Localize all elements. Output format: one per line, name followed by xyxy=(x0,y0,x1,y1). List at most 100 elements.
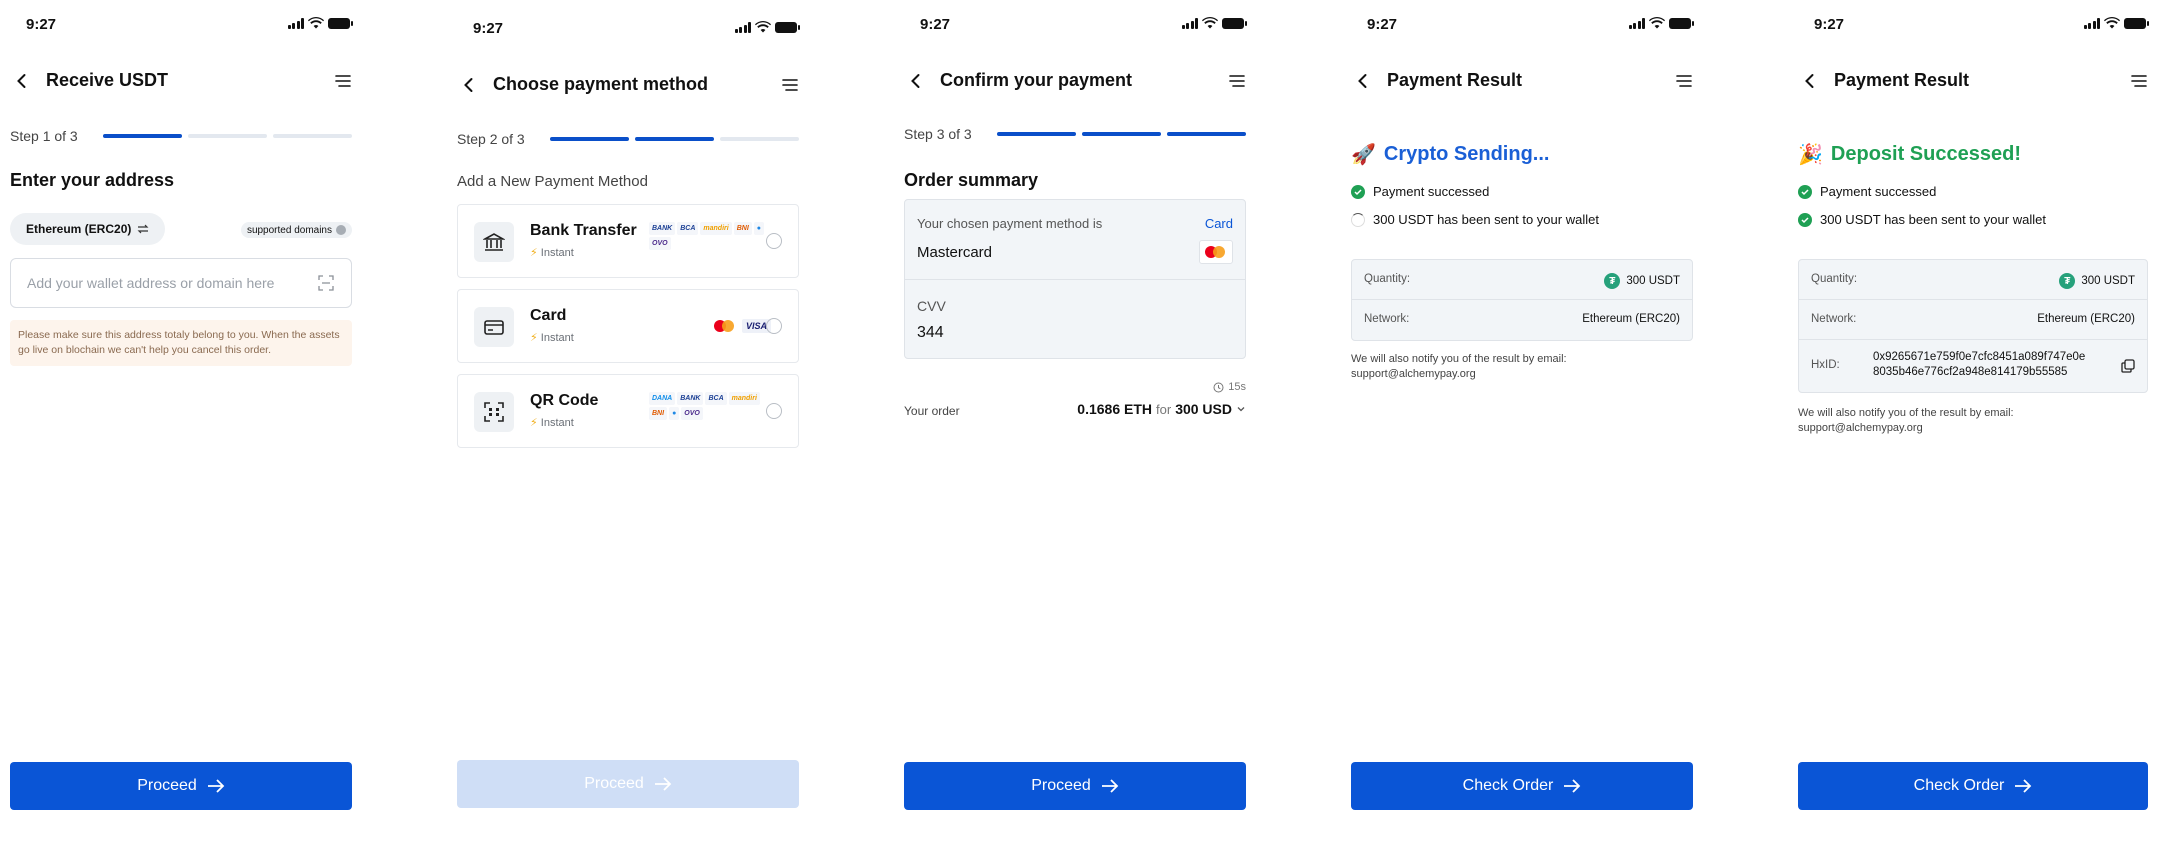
status-bar: 9:27 xyxy=(16,14,353,34)
card-name: Mastercard xyxy=(917,244,993,261)
change-method-link[interactable]: Card xyxy=(1205,216,1233,231)
wallet-logo: ● xyxy=(753,222,764,235)
arrow-right-icon xyxy=(1101,779,1119,793)
radio-card[interactable] xyxy=(766,318,782,334)
network-label: Network: xyxy=(1364,313,1410,325)
order-amount[interactable]: 0.1686 ETH for 300 USD xyxy=(1077,401,1246,417)
bca-logo: BCA xyxy=(677,222,699,235)
method-name: Card xyxy=(530,307,567,324)
transfer-status-text: 300 USDT has been sent to your wallet xyxy=(1373,212,1599,227)
battery-icon xyxy=(2124,17,2149,29)
result-text: Crypto Sending... xyxy=(1383,143,1550,165)
payment-method-bank-transfer[interactable]: Bank Transfer ⚡ Instant BANK BCA mandiri… xyxy=(457,204,799,278)
check-circle-icon xyxy=(1798,212,1812,227)
quote-timer: 15s xyxy=(1213,381,1246,393)
proceed-button-disabled[interactable]: Proceed xyxy=(457,760,799,808)
tether-icon: ₮ xyxy=(1604,273,1621,289)
back-arrow-icon[interactable] xyxy=(906,71,926,91)
menu-icon[interactable] xyxy=(1675,72,1693,90)
status-time: 9:27 xyxy=(920,16,951,33)
cvv-value[interactable]: 344 xyxy=(917,324,944,342)
check-order-button[interactable]: Check Order xyxy=(1798,762,2148,810)
email-notice: We will also notify you of the result by… xyxy=(1798,406,2014,436)
proceed-button[interactable]: Proceed xyxy=(10,762,352,810)
menu-icon[interactable] xyxy=(781,76,799,94)
lightning-icon: ⚡ xyxy=(530,247,538,259)
proceed-button[interactable]: Proceed xyxy=(904,762,1246,810)
status-bar: 9:27 xyxy=(463,18,800,38)
network-selector[interactable]: Ethereum (ERC20) xyxy=(10,213,166,245)
payment-method-qr-code[interactable]: QR Code ⚡ Instant DANA BANK BCA mandiri … xyxy=(457,374,799,448)
supported-domains-badge[interactable]: supported domains xyxy=(240,222,352,238)
bni-logo: BNI xyxy=(649,407,668,420)
header: Payment Result xyxy=(1351,66,1693,96)
back-arrow-icon[interactable] xyxy=(12,71,32,91)
screen-confirm-payment: 9:27 Confirm your payment Step 3 of 3 Or… xyxy=(894,0,1256,859)
txid-row: HxID: 0x9265671e759f0e7cfc8451a089f747e0… xyxy=(1799,340,2147,392)
status-icons xyxy=(287,17,353,29)
header: Choose payment method xyxy=(457,70,799,100)
menu-icon[interactable] xyxy=(1228,72,1246,90)
txid-line-1: 0x9265671e759f0e7cfc8451a089f747e0e xyxy=(1873,351,2086,363)
check-order-button[interactable]: Check Order xyxy=(1351,762,1693,810)
screen-receive-usdt: 9:27 Receive USDT Step 1 of 3 Enter your… xyxy=(0,0,362,859)
wifi-icon xyxy=(308,17,324,29)
back-arrow-icon[interactable] xyxy=(1800,71,1820,91)
quantity-row: Quantity: ₮ 300 USDT xyxy=(1799,260,2147,300)
lightning-icon: ⚡ xyxy=(530,417,538,429)
bank-logos: BANK BCA mandiri BNI ● OVO xyxy=(648,221,768,251)
notify-text: We will also notify you of the result by… xyxy=(1351,353,1567,365)
signal-icon xyxy=(1181,17,1198,29)
bank-logo: BANK xyxy=(649,222,676,235)
proceed-label: Proceed xyxy=(584,775,644,792)
notify-email[interactable]: support@alchemypay.org xyxy=(1351,367,1567,382)
wallet-address-input[interactable] xyxy=(10,258,352,308)
wifi-icon xyxy=(1649,17,1665,29)
arrow-right-icon xyxy=(654,777,672,791)
radio-qr-code[interactable] xyxy=(766,403,782,419)
warning-notice: Please make sure this address totaly bel… xyxy=(10,320,352,366)
step-label: Step 3 of 3 xyxy=(904,126,972,142)
header: Receive USDT xyxy=(10,66,352,96)
check-circle-icon xyxy=(1798,184,1812,199)
ovo-logo: OVO xyxy=(681,407,703,420)
header: Payment Result xyxy=(1798,66,2148,96)
order-usd: 300 USD xyxy=(1175,401,1232,417)
back-arrow-icon[interactable] xyxy=(1353,71,1373,91)
method-name: Bank Transfer xyxy=(530,222,637,239)
notify-email[interactable]: support@alchemypay.org xyxy=(1798,421,2014,436)
loading-spinner-icon xyxy=(1351,212,1365,227)
email-notice: We will also notify you of the result by… xyxy=(1351,352,1567,382)
step-progress xyxy=(103,134,352,138)
method-speed: ⚡ Instant xyxy=(530,331,574,344)
scan-icon[interactable] xyxy=(318,275,334,291)
status-icons xyxy=(2083,17,2149,29)
menu-icon[interactable] xyxy=(2130,72,2148,90)
method-speed: ⚡ Instant xyxy=(530,416,574,429)
quantity-value: 300 USDT xyxy=(1626,275,1680,287)
status-icons xyxy=(1181,17,1247,29)
cvv-label: CVV xyxy=(917,298,946,314)
network-value: Ethereum (ERC20) xyxy=(2037,313,2135,325)
menu-icon[interactable] xyxy=(334,72,352,90)
signal-icon xyxy=(1628,17,1645,29)
wifi-icon xyxy=(1202,17,1218,29)
screen-payment-result-sending: 9:27 Payment Result 🚀 Crypto Sending... … xyxy=(1341,0,1703,859)
notify-text: We will also notify you of the result by… xyxy=(1798,407,2014,419)
radio-bank-transfer[interactable] xyxy=(766,233,782,249)
back-arrow-icon[interactable] xyxy=(459,75,479,95)
rocket-icon: 🚀 xyxy=(1351,144,1376,166)
quantity-label: Quantity: xyxy=(1811,273,1858,285)
copy-icon[interactable] xyxy=(2121,359,2135,373)
page-title: Receive USDT xyxy=(46,70,169,90)
page-title: Confirm your payment xyxy=(940,70,1133,90)
payment-method-card[interactable]: Card ⚡ Instant VISA xyxy=(457,289,799,363)
status-bar: 9:27 xyxy=(910,14,1247,34)
status-time: 9:27 xyxy=(1814,16,1845,33)
result-details: Quantity: ₮ 300 USDT Network: Ethereum (E… xyxy=(1351,259,1693,341)
step-label: Step 2 of 3 xyxy=(457,131,525,147)
speed-label: Instant xyxy=(540,332,574,344)
speed-label: Instant xyxy=(540,247,574,259)
mastercard-logo xyxy=(714,319,736,333)
mandiri-logo: mandiri xyxy=(700,222,732,235)
